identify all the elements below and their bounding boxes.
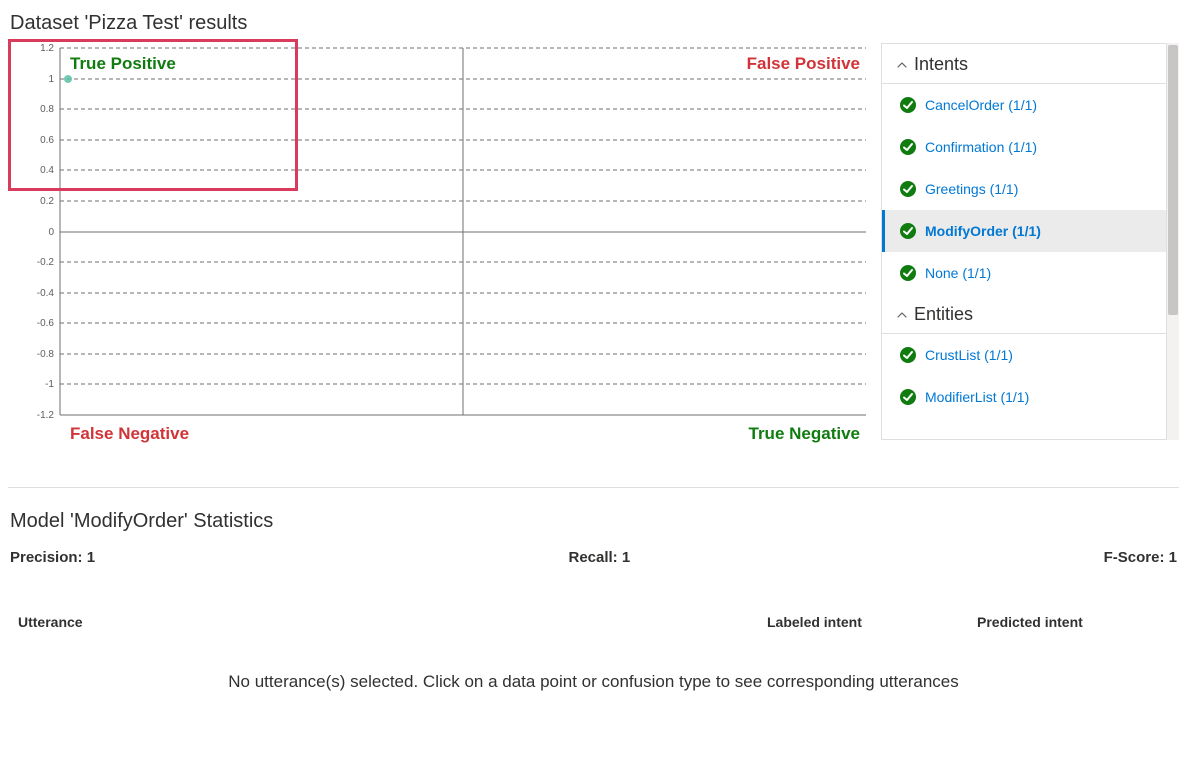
check-circle-icon (899, 96, 917, 114)
label-false-positive[interactable]: False Positive (747, 54, 860, 73)
check-circle-icon (899, 222, 917, 240)
data-point[interactable] (64, 75, 72, 83)
sidebar-scrollbar[interactable] (1167, 43, 1179, 440)
svg-text:0.6: 0.6 (40, 135, 54, 146)
intent-item-greetings[interactable]: Greetings (1/1) (882, 168, 1166, 210)
label-false-negative[interactable]: False Negative (70, 424, 189, 443)
svg-text:-0.2: -0.2 (37, 257, 55, 268)
stats-title: Model 'ModifyOrder' Statistics (0, 488, 1187, 541)
check-circle-icon (899, 388, 917, 406)
svg-text:-0.6: -0.6 (37, 318, 55, 329)
intent-item-label: ModifyOrder (1/1) (925, 223, 1041, 239)
chevron-up-icon (896, 59, 908, 71)
col-predicted-intent: Predicted intent (977, 614, 1177, 630)
entity-item-crustlist[interactable]: CrustList (1/1) (882, 334, 1166, 376)
stat-precision: Precision: 1 (10, 549, 95, 566)
svg-text:0.4: 0.4 (40, 165, 54, 176)
intent-item-label: None (1/1) (925, 265, 991, 281)
intent-item-confirmation[interactable]: Confirmation (1/1) (882, 126, 1166, 168)
intent-item-label: Confirmation (1/1) (925, 139, 1037, 155)
intent-item-label: Greetings (1/1) (925, 181, 1018, 197)
svg-text:1: 1 (48, 74, 54, 85)
svg-text:0: 0 (48, 227, 54, 238)
svg-text:0.2: 0.2 (40, 196, 54, 207)
confusion-chart[interactable]: 1.2 1 0.8 0.6 0.4 (8, 43, 871, 463)
table-header: Utterance Labeled intent Predicted inten… (0, 574, 1187, 642)
col-labeled-intent: Labeled intent (767, 614, 977, 630)
intent-item-cancelorder[interactable]: CancelOrder (1/1) (882, 84, 1166, 126)
col-utterance: Utterance (18, 614, 767, 630)
chevron-up-icon (896, 309, 908, 321)
page-title: Dataset 'Pizza Test' results (0, 0, 1187, 43)
stat-recall: Recall: 1 (568, 549, 630, 566)
label-true-negative[interactable]: True Negative (749, 424, 861, 443)
section-header-intents[interactable]: Intents (882, 44, 1166, 84)
entity-item-label: ModifierList (1/1) (925, 389, 1029, 405)
label-true-positive[interactable]: True Positive (70, 54, 176, 73)
intent-item-modifyorder[interactable]: ModifyOrder (1/1) (882, 210, 1166, 252)
check-circle-icon (899, 264, 917, 282)
svg-text:-0.4: -0.4 (37, 288, 55, 299)
section-title: Entities (914, 304, 973, 325)
intent-item-none[interactable]: None (1/1) (882, 252, 1166, 294)
scrollbar-thumb[interactable] (1168, 45, 1178, 315)
svg-text:-1: -1 (45, 379, 54, 390)
stat-fscore: F-Score: 1 (1104, 549, 1177, 566)
svg-text:1.2: 1.2 (40, 43, 54, 54)
intent-item-label: CancelOrder (1/1) (925, 97, 1037, 113)
svg-text:-0.8: -0.8 (37, 349, 55, 360)
entity-item-modifierlist[interactable]: ModifierList (1/1) (882, 376, 1166, 412)
entity-item-label: CrustList (1/1) (925, 347, 1013, 363)
empty-state-message: No utterance(s) selected. Click on a dat… (0, 642, 1187, 732)
section-header-entities[interactable]: Entities (882, 294, 1166, 334)
check-circle-icon (899, 138, 917, 156)
section-title: Intents (914, 54, 968, 75)
svg-text:0.8: 0.8 (40, 104, 54, 115)
check-circle-icon (899, 346, 917, 364)
svg-text:-1.2: -1.2 (37, 410, 55, 421)
results-sidebar: Intents CancelOrder (1/1) Confirmation (… (881, 43, 1167, 440)
check-circle-icon (899, 180, 917, 198)
